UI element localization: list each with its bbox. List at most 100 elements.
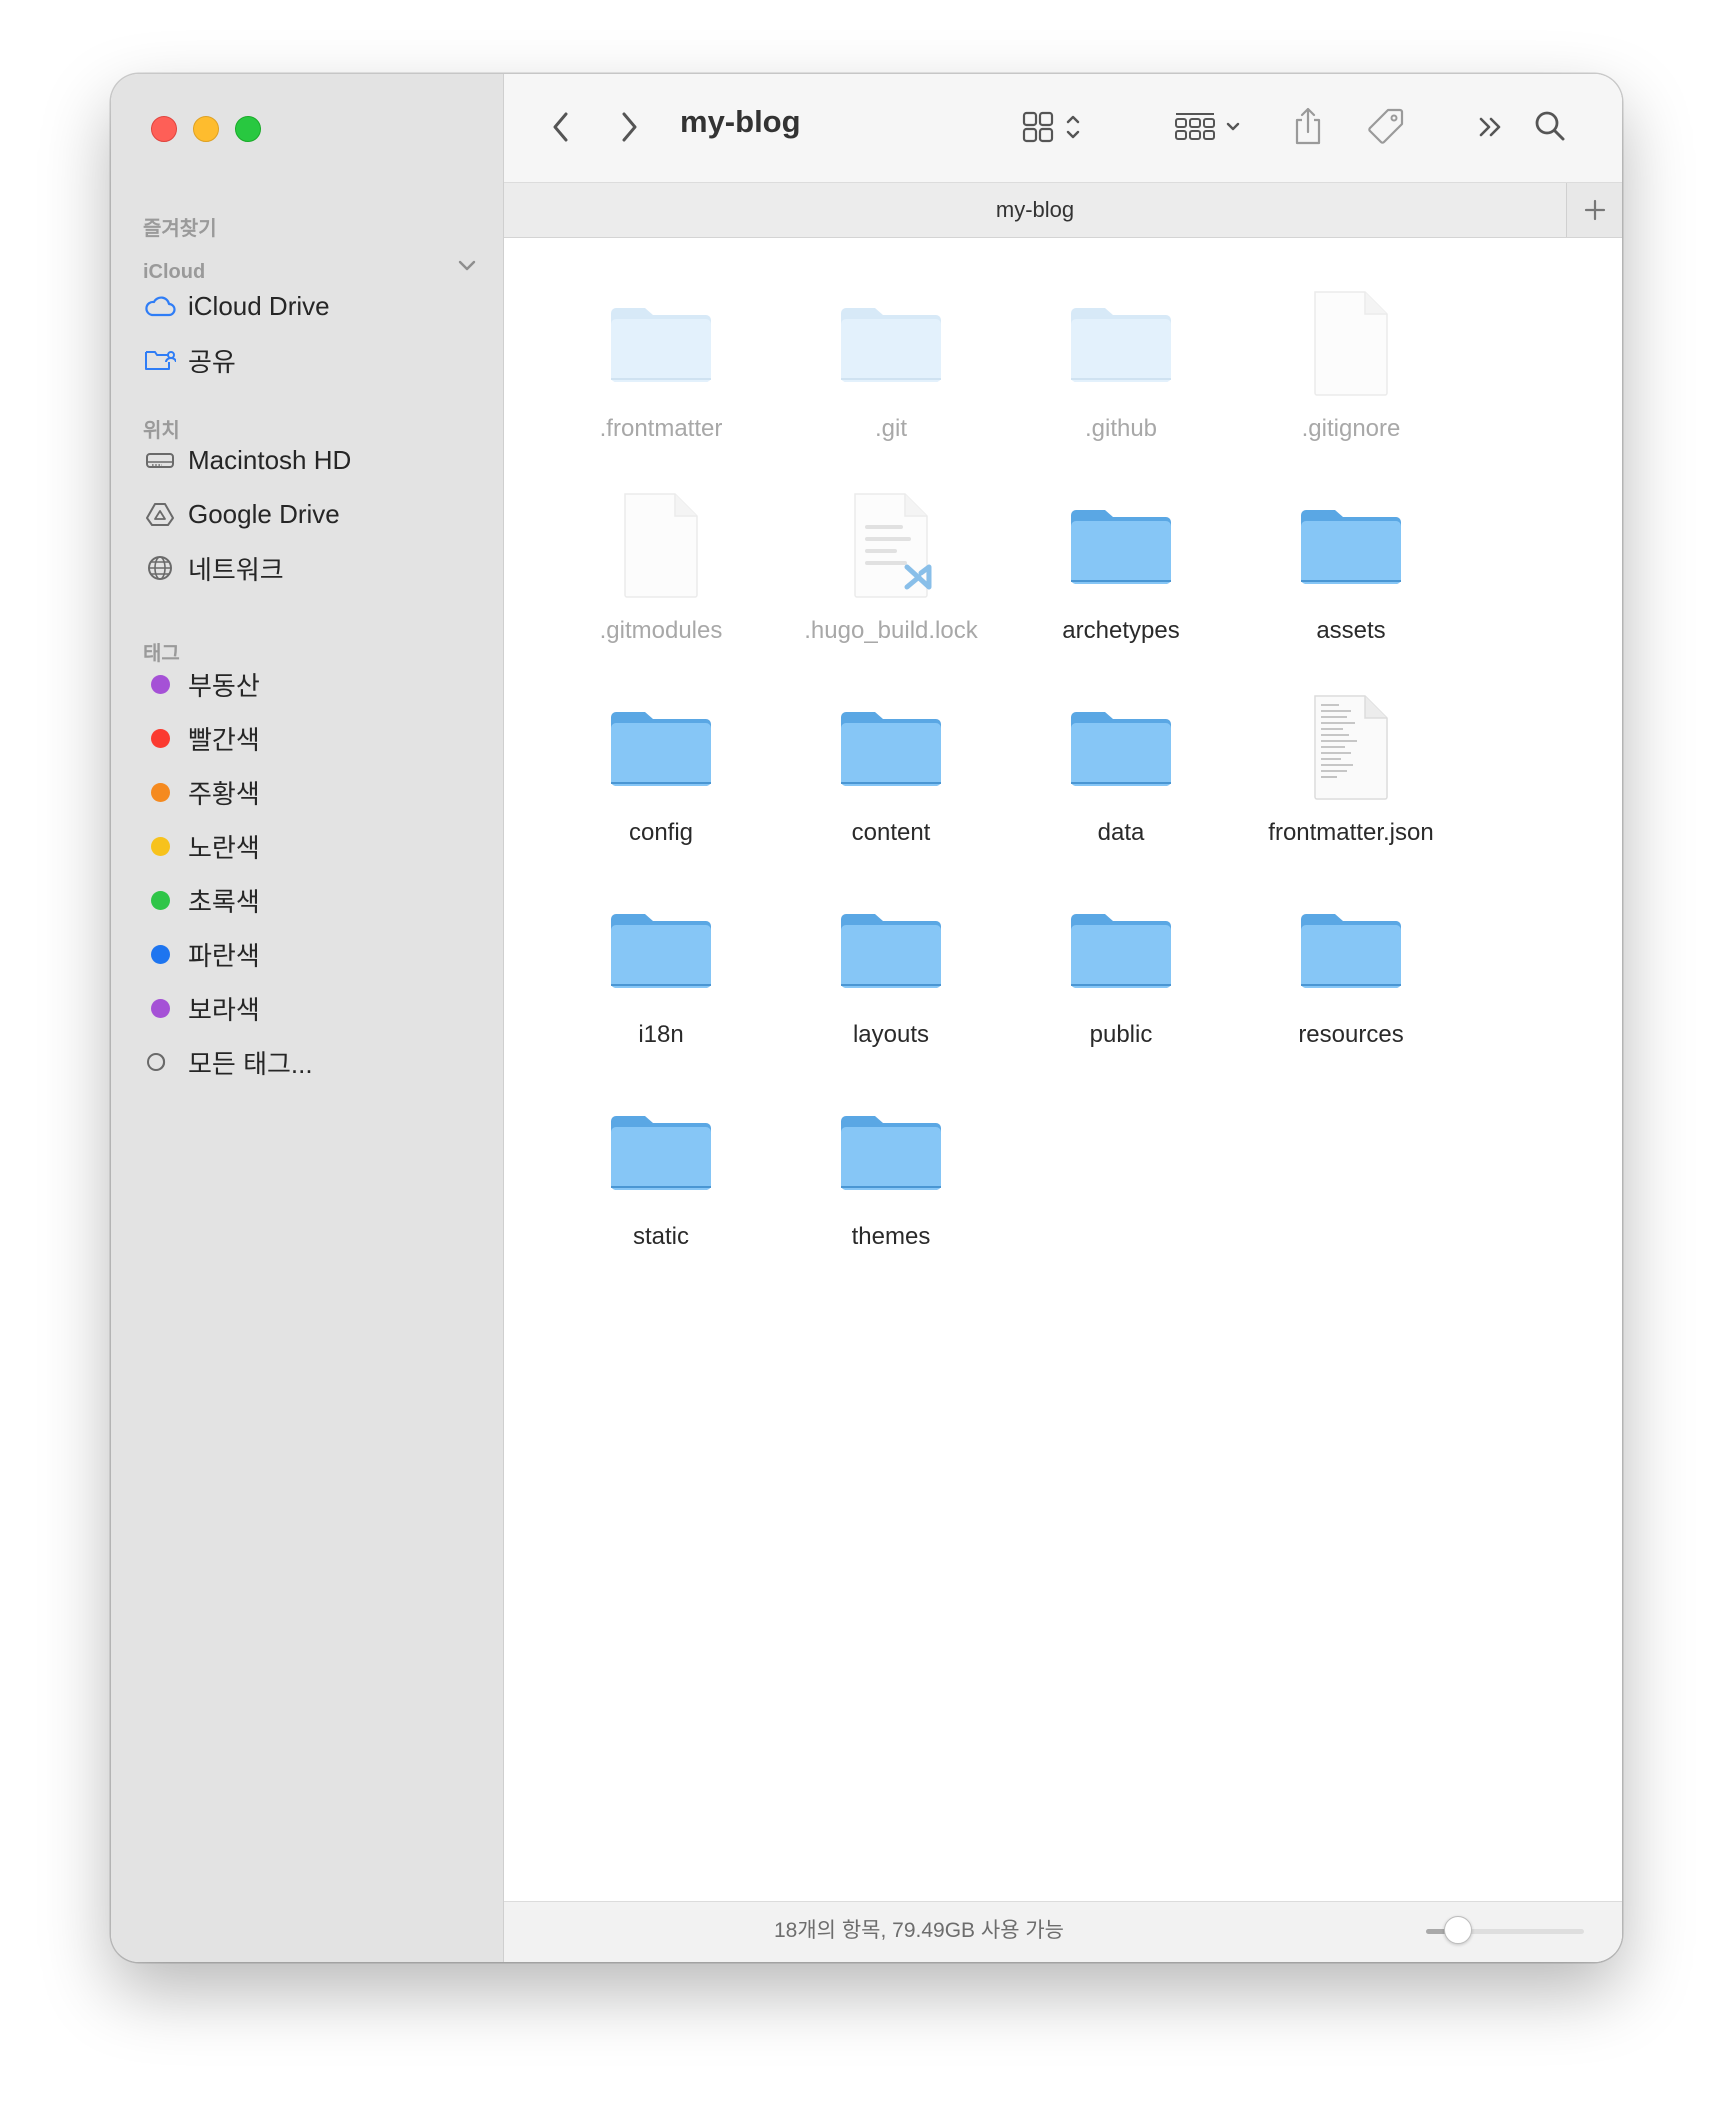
folder-item[interactable]: .github [996,278,1246,450]
share-icon [1295,107,1321,145]
sidebar-item-google-drive[interactable]: Google Drive [143,494,340,534]
file-item[interactable]: .gitmodules [536,480,786,652]
tag-label: 노란색 [188,832,260,863]
tab-my-blog[interactable]: my-blog [504,183,1566,237]
file-name: .gitignore [1301,415,1401,442]
tag-color-dot [150,890,170,910]
folder-item[interactable]: themes [766,1086,1016,1258]
double-chevron-right-icon [1479,117,1501,137]
more-toolbar-button[interactable] [1472,106,1510,148]
folder-item[interactable]: .git [766,278,1016,450]
status-text: 18개의 항목, 79.49GB 사용 가능 [774,1919,1064,1942]
file-name: content [851,819,931,846]
folder-item[interactable]: archetypes [996,480,1246,652]
file-item[interactable]: .hugo_build.lock [766,480,1016,652]
minimize-button[interactable] [193,116,219,142]
icon-size-slider[interactable] [1426,1916,1584,1944]
document-icon [1286,278,1416,408]
main-content: my-blog my-blog .frontmatter .git .githu… [504,74,1622,1962]
folder-item[interactable]: .frontmatter [536,278,786,450]
folder-icon [1056,278,1186,408]
chevron-right-icon [622,112,637,142]
file-name: .github [1084,415,1158,442]
file-item[interactable]: .gitignore [1226,278,1476,450]
folder-icon [596,278,726,408]
forward-button[interactable] [612,106,646,148]
tags-header[interactable]: 태그 [143,637,180,666]
file-name: config [628,819,694,846]
tag-item[interactable]: 보라색 [143,988,260,1028]
tag-item[interactable]: 파란색 [143,934,260,974]
view-mode-button[interactable] [1018,106,1088,148]
tag-item[interactable]: 초록색 [143,880,260,920]
tag-label: 빨간색 [188,724,260,755]
folder-icon [826,884,956,1014]
tag-item[interactable]: 노란색 [143,826,260,866]
search-button[interactable] [1530,104,1570,148]
folder-icon [596,682,726,812]
google-drive-icon [143,497,177,531]
file-name: .hugo_build.lock [804,617,978,644]
sidebar: 즐겨찾기 iCloud iCloud Drive 공유 위치 Macintosh… [111,74,504,1962]
file-name: static [632,1223,689,1250]
close-button[interactable] [151,116,177,142]
search-icon [1535,111,1565,141]
file-name: data [1097,819,1145,846]
folder-icon [826,1086,956,1216]
slider-thumb[interactable] [1443,1916,1472,1944]
favorites-header[interactable]: 즐겨찾기 [143,212,217,241]
folder-item[interactable]: i18n [536,884,786,1056]
group-by-button[interactable] [1172,106,1248,148]
document-icon [596,480,726,610]
icloud-header[interactable]: iCloud [143,261,205,284]
sidebar-item-network[interactable]: 네트워크 [143,548,284,588]
back-button[interactable] [544,106,578,148]
tag-label: 주황색 [188,778,260,809]
folder-icon [826,278,956,408]
folder-icon [1056,884,1186,1014]
tag-label: 보라색 [188,994,260,1025]
folder-item[interactable]: resources [1226,884,1476,1056]
plus-icon [1584,199,1605,221]
sidebar-item-macintosh-hd[interactable]: Macintosh HD [143,440,351,480]
folder-item[interactable]: config [536,682,786,854]
zoom-button[interactable] [235,116,261,142]
sidebar-item-label: 네트워크 [188,554,284,585]
file-name: i18n [638,1021,684,1048]
window-title: my-blog [680,104,801,139]
folder-icon [596,884,726,1014]
folder-item[interactable]: assets [1226,480,1476,652]
tag-button[interactable] [1364,104,1408,148]
file-name: resources [1298,1021,1404,1048]
sidebar-item-label: Macintosh HD [188,444,352,475]
chevron-down-icon[interactable] [455,254,479,278]
file-item[interactable]: frontmatter.json [1226,682,1476,854]
tag-item[interactable]: 주황색 [143,772,260,812]
folder-item[interactable]: static [536,1086,786,1258]
chevron-left-icon [553,112,568,142]
tag-label: 부동산 [188,670,260,701]
folder-item[interactable]: content [766,682,1016,854]
file-name: frontmatter.json [1268,819,1434,846]
sidebar-item-shared[interactable]: 공유 [143,340,236,380]
folder-item[interactable]: layouts [766,884,1016,1056]
file-name: .frontmatter [599,415,723,442]
folder-icon [596,1086,726,1216]
new-tab-button[interactable] [1566,183,1622,237]
json-document-icon [1286,682,1416,812]
sidebar-item-icloud-drive[interactable]: iCloud Drive [143,286,330,326]
tag-item[interactable]: 부동산 [143,664,260,704]
tag-item[interactable]: 빨간색 [143,718,260,758]
group-grid-icon [1175,113,1240,140]
folder-icon [1286,884,1416,1014]
shared-folder-icon [143,343,177,377]
folder-item[interactable]: public [996,884,1246,1056]
folder-item[interactable]: data [996,682,1246,854]
icon-view-grid-icon [1022,111,1080,143]
file-name: assets [1316,617,1386,644]
sidebar-item-label: 공유 [188,346,236,377]
all-tags-item[interactable]: 모든 태그... [143,1042,313,1082]
locations-header[interactable]: 위치 [143,414,180,443]
share-button[interactable] [1288,102,1328,150]
tag-color-dot [150,998,170,1018]
